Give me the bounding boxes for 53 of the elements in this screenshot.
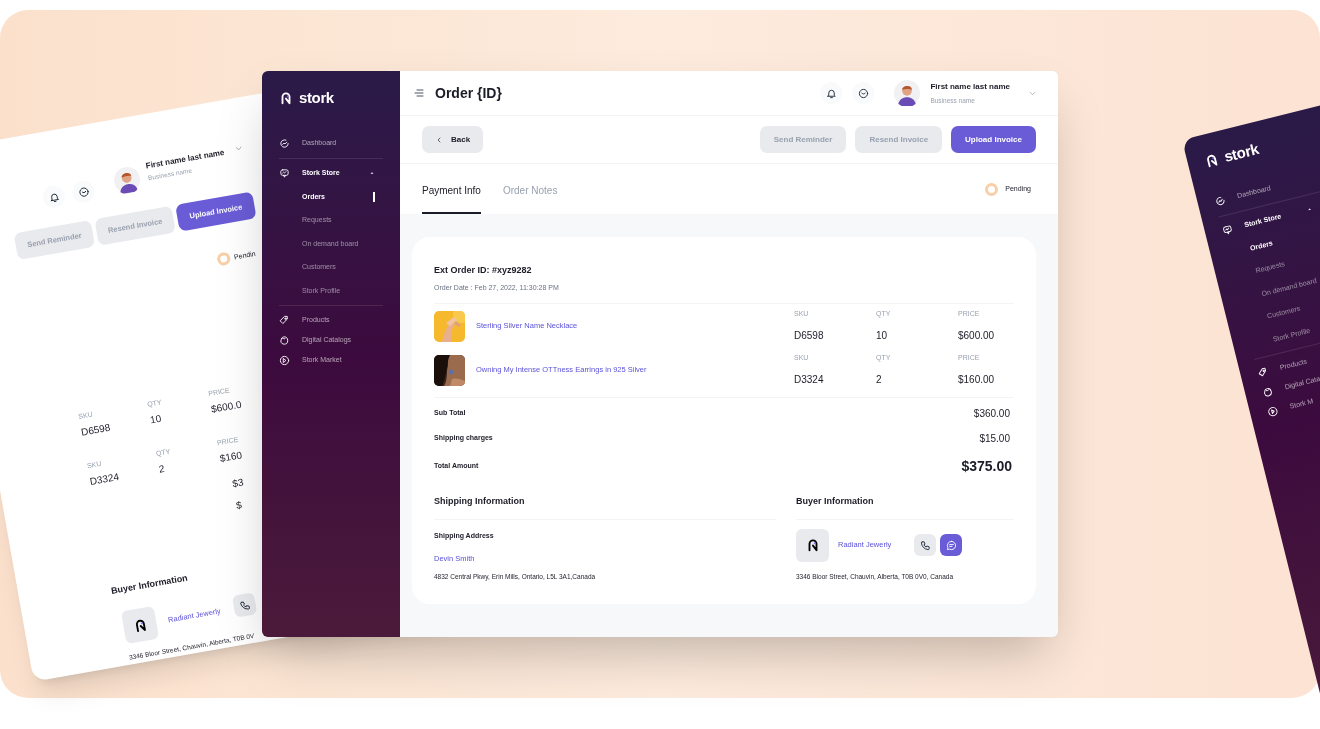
avatar (894, 80, 921, 106)
phone-icon (238, 598, 251, 612)
user-name: First name last name (930, 80, 1010, 93)
phone-icon (919, 539, 931, 551)
brand-name: stork (1221, 139, 1261, 167)
table-cell-text: D6598 (794, 328, 825, 343)
section-heading: Shipping Information (434, 495, 776, 520)
notifications-button[interactable] (820, 82, 843, 104)
order-id: Ext Order ID: #xyz9282 (434, 264, 533, 277)
total-value: $15.00 (979, 432, 1010, 446)
user-name: First name last name (144, 146, 226, 171)
chevron-left-icon (435, 135, 443, 144)
chat-icon (279, 167, 290, 179)
bell-icon (825, 87, 837, 99)
smiley-icon (857, 87, 869, 99)
table-cell-text: 10 (148, 411, 163, 428)
chat-icon (945, 539, 957, 551)
logo-icon (279, 90, 293, 107)
tab[interactable]: Payment Info (422, 183, 481, 214)
back-button[interactable]: Back (422, 126, 484, 153)
table-cell-text: $600.00 (958, 328, 996, 343)
smiley-icon (77, 185, 90, 199)
section-heading: Buyer Information (796, 495, 1014, 520)
table-cell-text: $160.00 (958, 372, 996, 387)
call-button[interactable] (914, 534, 936, 556)
table-cell-text: 2 (157, 462, 166, 477)
total-value: $360.00 (973, 407, 1010, 421)
message-button[interactable] (940, 534, 962, 556)
total-value: $ (234, 498, 243, 513)
table-cell-text: $600.0 (209, 397, 243, 417)
section-heading: Buyer Information (110, 571, 189, 598)
play-circle-icon (279, 355, 290, 366)
bag-icon (279, 335, 290, 346)
emoji-button[interactable] (852, 82, 875, 104)
bag-icon (1261, 385, 1275, 399)
menu-icon (413, 87, 425, 99)
gauge-icon (279, 137, 290, 149)
play-circle-icon (1266, 404, 1280, 419)
upload-button[interactable]: Upload Invoice (951, 126, 1036, 153)
table-cell-text: D6598 (79, 420, 112, 440)
brand-name: stork (299, 88, 334, 108)
tag-icon (279, 315, 290, 326)
total-value: $375.00 (961, 457, 1012, 476)
total-value: $3 (231, 475, 245, 492)
table-cell-text: 10 (876, 328, 889, 343)
table-cell-text: 2 (876, 372, 883, 387)
table-cell-text: $160 (218, 448, 244, 466)
page-title: Order {ID} (435, 83, 503, 103)
table-cell-text: D3324 (88, 470, 121, 489)
selection-indicator (373, 191, 375, 202)
chat-icon (1220, 223, 1235, 237)
table-cell-text: D3324 (794, 372, 825, 387)
avatar (112, 164, 143, 196)
